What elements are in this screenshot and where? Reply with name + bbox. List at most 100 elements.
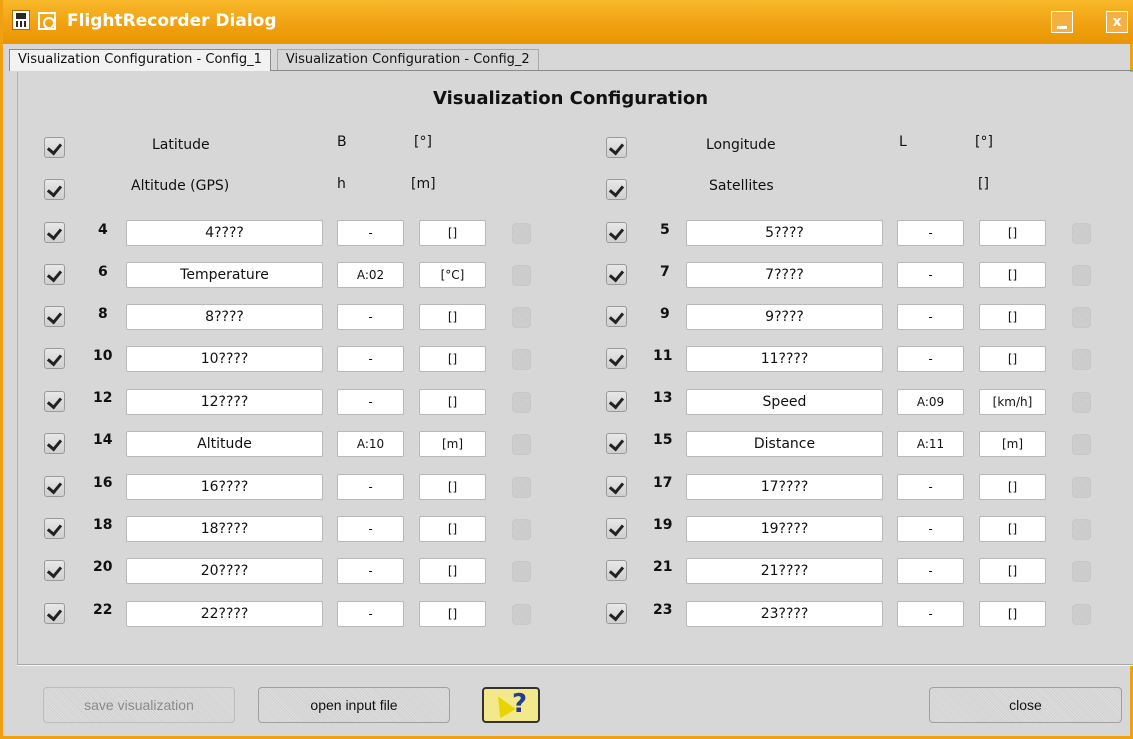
channel-17-checkbox[interactable] (606, 476, 627, 497)
close-window-button[interactable]: x (1106, 11, 1128, 33)
channel-4-name-field[interactable]: 4???? (126, 220, 323, 246)
channel-6-unit-field[interactable]: [°C] (419, 262, 486, 288)
tab-config-2[interactable]: Visualization Configuration - Config_2 (276, 49, 539, 71)
channel-18-source-field[interactable]: - (337, 516, 404, 542)
channel-12-checkbox[interactable] (44, 391, 65, 412)
channel-15-color-button[interactable] (1072, 434, 1091, 455)
channel-22-name-field[interactable]: 22???? (126, 601, 323, 627)
channel-6-color-button[interactable] (512, 265, 531, 286)
channel-19-unit-field[interactable]: [] (979, 516, 1046, 542)
channel-5-color-button[interactable] (1072, 223, 1091, 244)
channel-7-color-button[interactable] (1072, 265, 1091, 286)
channel-15-name-field[interactable]: Distance (686, 431, 883, 457)
longitude-checkbox[interactable] (606, 137, 627, 158)
channel-11-name-field[interactable]: 11???? (686, 346, 883, 372)
channel-10-name-field[interactable]: 10???? (126, 346, 323, 372)
channel-19-name-field[interactable]: 19???? (686, 516, 883, 542)
channel-12-unit-field[interactable]: [] (419, 389, 486, 415)
channel-10-unit-field[interactable]: [] (419, 346, 486, 372)
open-input-file-button[interactable]: open input file (258, 687, 450, 723)
channel-16-checkbox[interactable] (44, 476, 65, 497)
channel-21-name-field[interactable]: 21???? (686, 558, 883, 584)
channel-5-checkbox[interactable] (606, 222, 627, 243)
channel-9-name-field[interactable]: 9???? (686, 304, 883, 330)
channel-19-source-field[interactable]: - (897, 516, 964, 542)
channel-19-color-button[interactable] (1072, 519, 1091, 540)
window-menu-icon[interactable] (38, 12, 56, 30)
channel-9-unit-field[interactable]: [] (979, 304, 1046, 330)
channel-4-source-field[interactable]: - (337, 220, 404, 246)
channel-18-name-field[interactable]: 18???? (126, 516, 323, 542)
channel-13-name-field[interactable]: Speed (686, 389, 883, 415)
channel-17-unit-field[interactable]: [] (979, 474, 1046, 500)
channel-16-source-field[interactable]: - (337, 474, 404, 500)
channel-20-checkbox[interactable] (44, 560, 65, 581)
channel-13-source-field[interactable]: A:09 (897, 389, 964, 415)
channel-7-name-field[interactable]: 7???? (686, 262, 883, 288)
channel-18-unit-field[interactable]: [] (419, 516, 486, 542)
channel-10-color-button[interactable] (512, 349, 531, 370)
channel-23-source-field[interactable]: - (897, 601, 964, 627)
channel-8-source-field[interactable]: - (337, 304, 404, 330)
channel-15-source-field[interactable]: A:11 (897, 431, 964, 457)
help-button[interactable]: ? (482, 687, 540, 723)
channel-6-source-field[interactable]: A:02 (337, 262, 404, 288)
channel-14-name-field[interactable]: Altitude (126, 431, 323, 457)
minimize-button[interactable] (1051, 11, 1073, 33)
channel-9-color-button[interactable] (1072, 307, 1091, 328)
channel-17-color-button[interactable] (1072, 477, 1091, 498)
channel-10-checkbox[interactable] (44, 348, 65, 369)
channel-14-unit-field[interactable]: [m] (419, 431, 486, 457)
channel-16-unit-field[interactable]: [] (419, 474, 486, 500)
channel-21-unit-field[interactable]: [] (979, 558, 1046, 584)
channel-16-name-field[interactable]: 16???? (126, 474, 323, 500)
channel-20-source-field[interactable]: - (337, 558, 404, 584)
channel-6-checkbox[interactable] (44, 264, 65, 285)
channel-18-checkbox[interactable] (44, 518, 65, 539)
channel-12-source-field[interactable]: - (337, 389, 404, 415)
channel-11-checkbox[interactable] (606, 348, 627, 369)
channel-9-source-field[interactable]: - (897, 304, 964, 330)
channel-8-checkbox[interactable] (44, 306, 65, 327)
channel-20-name-field[interactable]: 20???? (126, 558, 323, 584)
channel-5-source-field[interactable]: - (897, 220, 964, 246)
channel-10-source-field[interactable]: - (337, 346, 404, 372)
channel-14-checkbox[interactable] (44, 433, 65, 454)
channel-11-source-field[interactable]: - (897, 346, 964, 372)
channel-6-name-field[interactable]: Temperature (126, 262, 323, 288)
channel-21-source-field[interactable]: - (897, 558, 964, 584)
channel-16-color-button[interactable] (512, 477, 531, 498)
channel-18-color-button[interactable] (512, 519, 531, 540)
channel-7-unit-field[interactable]: [] (979, 262, 1046, 288)
channel-20-color-button[interactable] (512, 561, 531, 582)
satellites-checkbox[interactable] (606, 179, 627, 200)
channel-23-name-field[interactable]: 23???? (686, 601, 883, 627)
channel-5-name-field[interactable]: 5???? (686, 220, 883, 246)
altitude-gps-checkbox[interactable] (44, 179, 65, 200)
channel-15-checkbox[interactable] (606, 433, 627, 454)
channel-14-color-button[interactable] (512, 434, 531, 455)
channel-20-unit-field[interactable]: [] (419, 558, 486, 584)
channel-13-color-button[interactable] (1072, 392, 1091, 413)
channel-4-unit-field[interactable]: [] (419, 220, 486, 246)
channel-8-unit-field[interactable]: [] (419, 304, 486, 330)
channel-22-color-button[interactable] (512, 604, 531, 625)
channel-13-checkbox[interactable] (606, 391, 627, 412)
channel-11-color-button[interactable] (1072, 349, 1091, 370)
channel-11-unit-field[interactable]: [] (979, 346, 1046, 372)
channel-8-color-button[interactable] (512, 307, 531, 328)
channel-21-color-button[interactable] (1072, 561, 1091, 582)
tab-config-1[interactable]: Visualization Configuration - Config_1 (9, 49, 271, 71)
channel-12-color-button[interactable] (512, 392, 531, 413)
channel-4-color-button[interactable] (512, 223, 531, 244)
channel-23-color-button[interactable] (1072, 604, 1091, 625)
channel-15-unit-field[interactable]: [m] (979, 431, 1046, 457)
channel-9-checkbox[interactable] (606, 306, 627, 327)
save-visualization-button[interactable]: save visualization (43, 687, 235, 723)
channel-17-source-field[interactable]: - (897, 474, 964, 500)
channel-7-source-field[interactable]: - (897, 262, 964, 288)
channel-23-checkbox[interactable] (606, 603, 627, 624)
channel-7-checkbox[interactable] (606, 264, 627, 285)
channel-17-name-field[interactable]: 17???? (686, 474, 883, 500)
channel-8-name-field[interactable]: 8???? (126, 304, 323, 330)
